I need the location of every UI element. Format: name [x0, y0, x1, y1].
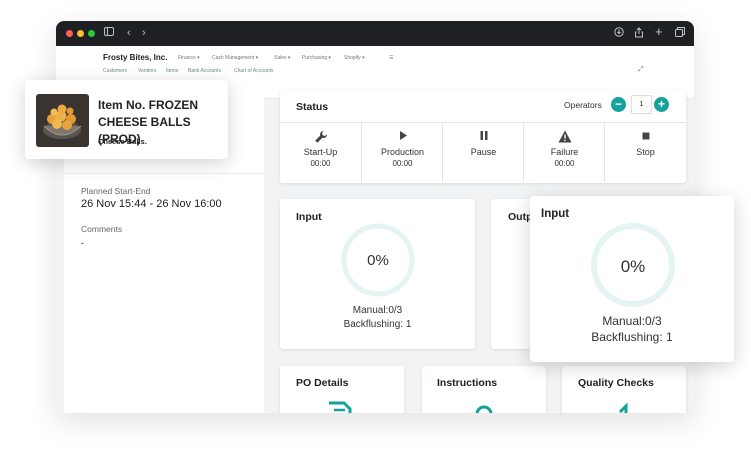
company-name[interactable]: Frosty Bites, Inc.	[103, 53, 167, 62]
quality-icon	[618, 402, 628, 413]
instructions-card[interactable]: Instructions	[422, 366, 546, 413]
play-icon	[362, 130, 443, 144]
operators-label: Operators	[564, 100, 602, 110]
status-startup-label: Start-Up	[303, 147, 338, 157]
comments-label: Comments	[81, 224, 123, 234]
status-pause-button[interactable]: Pause	[442, 122, 524, 182]
link-bank-accounts[interactable]: Bank Accounts	[188, 68, 221, 74]
input-backflushing: Backflushing: 1	[343, 319, 412, 330]
operators-decrease-button[interactable]: −	[611, 97, 626, 112]
input-percent: 0%	[367, 252, 389, 269]
menu-finance[interactable]: Finance ▾	[178, 55, 200, 61]
po-details-title: PO Details	[296, 377, 349, 389]
output-card-title: Outp	[508, 211, 533, 223]
link-customers[interactable]: Customers	[103, 68, 127, 74]
menu-purchasing[interactable]: Purchasing ▾	[302, 55, 331, 61]
status-stop-button[interactable]: Stop	[604, 122, 686, 182]
status-failure-label: Failure	[550, 147, 579, 157]
status-production-time: 00:00	[392, 159, 413, 168]
menu-cash-management[interactable]: Cash Management ▾	[212, 55, 258, 61]
planned-start-end-label: Planned Start-End	[81, 186, 151, 196]
forward-icon[interactable]: ›	[142, 27, 146, 39]
status-production-button[interactable]: Production 00:00	[361, 122, 443, 182]
comments-value: -	[81, 238, 84, 248]
status-stop-label: Stop	[636, 147, 655, 157]
status-card: Status Operators − 1 + Start-Up 00:00 Pr…	[280, 90, 686, 183]
status-production-label: Production	[380, 147, 425, 157]
sidebar-icon[interactable]	[104, 27, 114, 39]
input-manual: Manual:0/3	[352, 305, 403, 316]
status-failure-time: 00:00	[554, 159, 575, 168]
back-icon[interactable]: ‹	[127, 27, 131, 39]
status-pause-label: Pause	[470, 147, 497, 157]
input-popup-card: Input 0% Manual:0/3 Backflushing: 1	[530, 196, 734, 362]
operators-count-input[interactable]: 1	[631, 95, 652, 114]
input-popup-manual: Manual:0/3	[602, 314, 662, 328]
cheese-balls-image	[36, 94, 89, 147]
menu-shopify[interactable]: Shopify ▾	[344, 55, 365, 61]
status-title: Status	[296, 101, 329, 113]
quality-checks-title: Quality Checks	[578, 377, 654, 389]
browser-titlebar: ‹ › +	[56, 21, 694, 46]
menu-sales[interactable]: Sales ▾	[274, 55, 290, 61]
expand-icon[interactable]: ⤢	[638, 66, 644, 74]
status-failure-button[interactable]: Failure 00:00	[523, 122, 605, 182]
new-tab-icon[interactable]: +	[655, 25, 663, 38]
quality-checks-card[interactable]: Quality Checks	[562, 366, 686, 413]
tabs-icon[interactable]	[675, 27, 685, 40]
divider	[64, 173, 264, 174]
planned-start-end-value: 26 Nov 15:44 - 26 Nov 16:00	[81, 198, 222, 210]
stop-icon	[605, 130, 686, 144]
status-startup-button[interactable]: Start-Up 00:00	[280, 122, 361, 182]
pause-icon	[443, 130, 524, 144]
item-description: Cheese Balls.	[98, 137, 147, 146]
menu-more-icon[interactable]: ☰	[389, 55, 393, 61]
share-icon[interactable]	[634, 27, 644, 41]
link-items[interactable]: Items	[166, 68, 178, 74]
warning-icon	[524, 130, 605, 144]
input-card-title: Input	[296, 211, 322, 223]
instructions-icon	[475, 405, 493, 413]
link-vendors[interactable]: Vendors	[138, 68, 156, 74]
download-icon[interactable]	[614, 27, 624, 40]
status-startup-time: 00:00	[310, 159, 331, 168]
input-popup-title: Input	[541, 208, 570, 220]
po-details-card[interactable]: PO Details	[280, 366, 404, 413]
item-popup-card: Item No. FROZEN CHEESE BALLS (PROD) Chee…	[25, 80, 228, 159]
instructions-title: Instructions	[437, 377, 498, 389]
input-card: Input 0% Manual:0/3 Backflushing: 1	[280, 199, 475, 349]
close-window-button[interactable]	[66, 30, 73, 37]
document-icon	[329, 401, 352, 413]
minimize-window-button[interactable]	[77, 30, 84, 37]
operators-increase-button[interactable]: +	[654, 97, 669, 112]
maximize-window-button[interactable]	[88, 30, 95, 37]
input-popup-backflushing: Backflushing: 1	[591, 330, 673, 344]
wrench-icon	[280, 130, 361, 144]
input-popup-percent: 0%	[620, 257, 646, 276]
link-chart-of-accounts[interactable]: Chart of Accounts	[234, 68, 273, 74]
